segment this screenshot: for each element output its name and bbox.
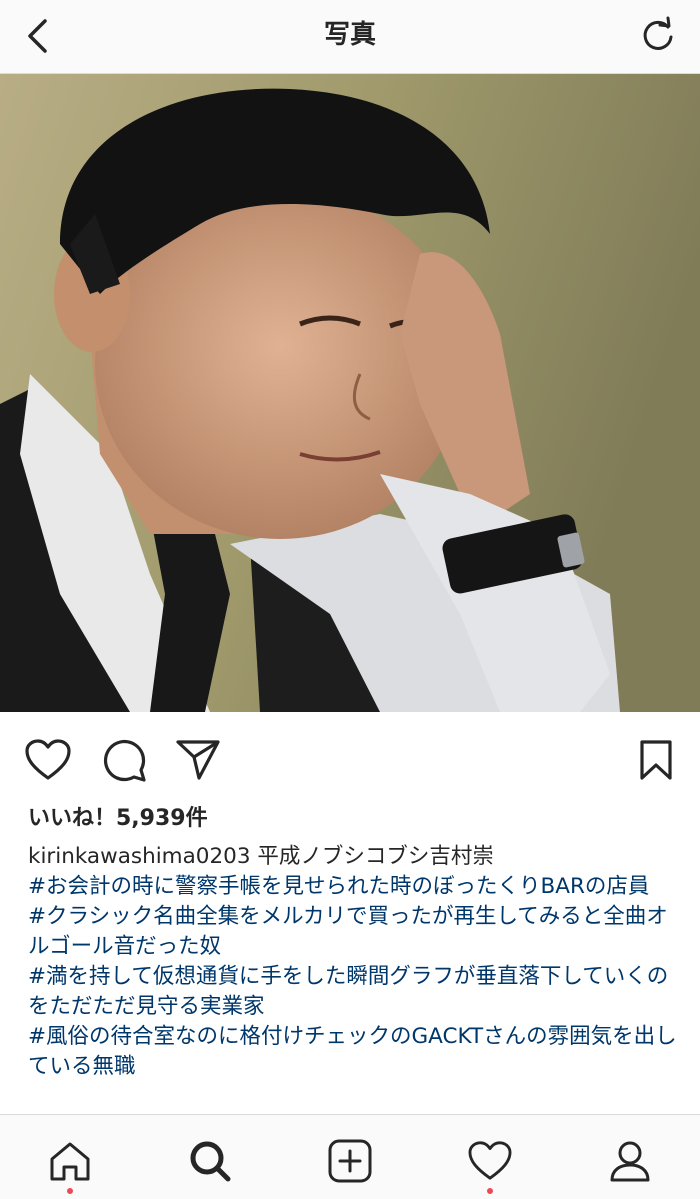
share-button[interactable] [172,734,224,786]
heart-icon [25,739,71,780]
post-action-bar [0,712,700,802]
profile-icon [610,1141,650,1182]
home-icon [50,1142,90,1181]
top-navigation-bar: 写真 [0,0,700,74]
tab-profile[interactable] [602,1133,658,1189]
hashtag[interactable]: #満を持して仮想通貨に手をした瞬間グラフが垂直落下していくのをただただ見守る実業… [28,962,678,1022]
add-post-icon [328,1139,372,1183]
tab-activity[interactable] [462,1133,518,1189]
hashtag[interactable]: #お会計の時に警察手帳を見せられた時のぼったくりBARの店員 [28,872,678,902]
tab-home[interactable] [42,1133,98,1189]
caption-username[interactable]: kirinkawashima0203 [28,844,251,869]
hashtag[interactable]: #風俗の待合室なのに格付けチェックのGACKTさんの雰囲気を出している無職 [28,1022,678,1082]
send-icon [176,740,220,780]
bookmark-icon [640,740,672,780]
like-count[interactable]: いいね！5,939件 [28,800,208,832]
page-title: 写真 [323,20,376,50]
comment-button[interactable] [98,734,150,786]
hashtag[interactable]: #クラシック名曲全集をメルカリで買ったが再生してみると全曲オルゴール音だった奴 [28,902,678,962]
post-caption: kirinkawashima0203 平成ノブシコブシ吉村崇 #お会計の時に警察… [28,842,678,1082]
refresh-icon [643,16,673,50]
home-notification-dot [67,1188,73,1194]
save-button[interactable] [630,734,682,786]
like-button[interactable] [22,734,74,786]
tab-search[interactable] [182,1133,238,1189]
post-photo [0,74,700,712]
activity-notification-dot [487,1188,493,1194]
activity-heart-icon [468,1141,512,1180]
caption-text: 平成ノブシコブシ吉村崇 [257,844,494,869]
tab-new-post[interactable] [322,1133,378,1189]
search-icon [190,1141,231,1182]
refresh-button[interactable] [634,12,682,60]
bottom-tab-bar [0,1114,700,1199]
comment-icon [103,739,146,782]
